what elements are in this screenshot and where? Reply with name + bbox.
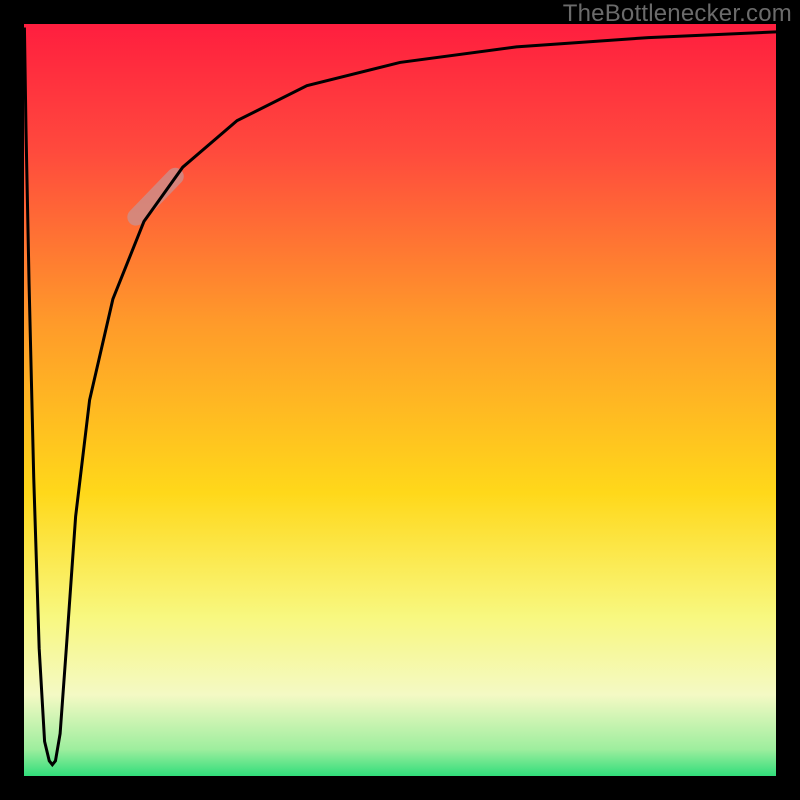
watermark-label: TheBottlenecker.com — [563, 0, 792, 28]
chart-container: TheBottlenecker.com — [0, 0, 800, 800]
bottleneck-chart — [0, 0, 800, 800]
gradient-background — [12, 12, 788, 788]
